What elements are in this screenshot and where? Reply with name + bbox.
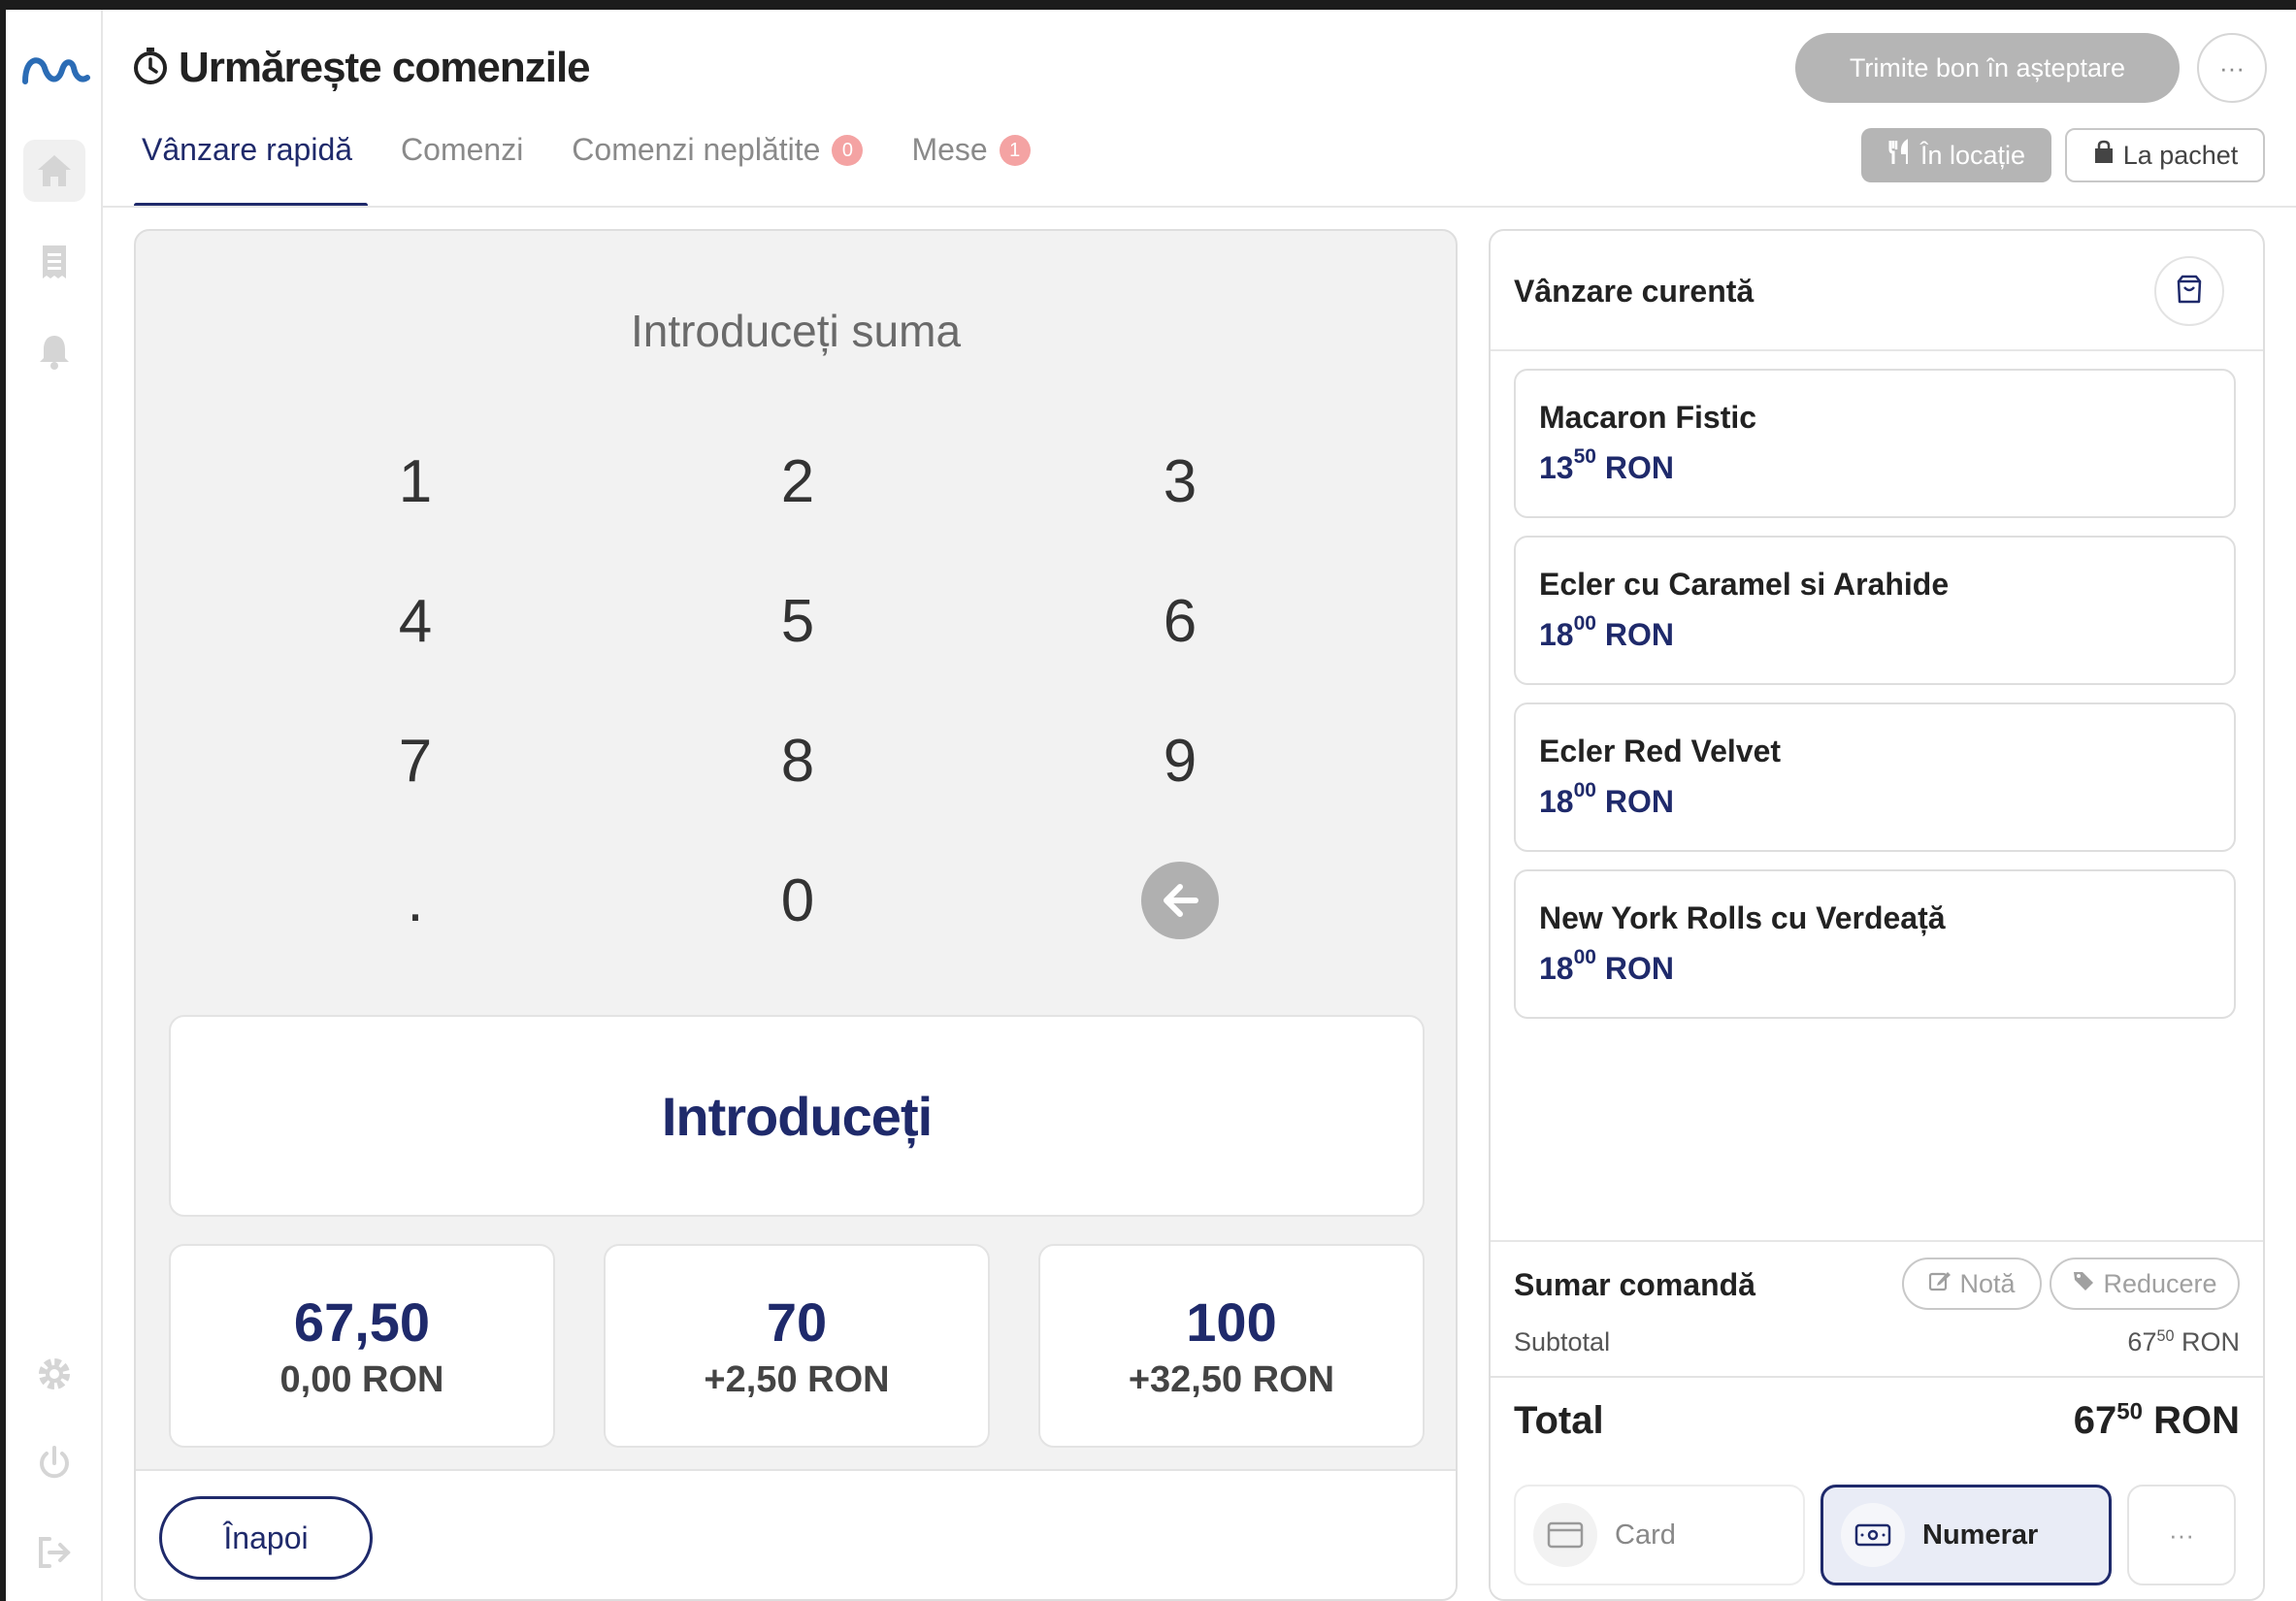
tab-bar: Vânzare rapidă Comenzi Comenzi neplătite… <box>134 132 1071 208</box>
quick-amount-change: +2,50 RON <box>704 1359 890 1400</box>
shopping-bag-icon <box>2092 140 2116 172</box>
item-price: 1800 RON <box>1539 946 1674 986</box>
enter-amount-button[interactable]: Introduceți <box>169 1015 1425 1217</box>
page-title: Urmărește comenzile <box>132 39 591 97</box>
discount-label: Reducere <box>2103 1268 2217 1298</box>
amount-keypad-panel: Introduceți suma 1 2 3 4 5 6 7 8 9 . 0 I… <box>134 229 1458 1601</box>
more-dots-icon: ··· <box>2169 1519 2194 1550</box>
discount-button[interactable]: Reducere <box>2050 1258 2240 1310</box>
shopping-bag-icon <box>2175 274 2204 310</box>
keypad-key-0[interactable]: 0 <box>701 852 895 949</box>
keypad-title: Introduceți suma <box>630 306 962 356</box>
window-top-bar <box>0 0 2296 10</box>
item-name: Ecler cu Caramel si Arahide <box>1539 567 1950 602</box>
pay-cash-button[interactable]: Numerar <box>1820 1485 2112 1585</box>
current-sale-panel: Vânzare curentă Macaron Fistic 1350 RON … <box>1489 229 2265 1601</box>
back-button[interactable]: Înapoi <box>159 1496 373 1580</box>
takeaway-button[interactable]: La pachet <box>2065 128 2265 182</box>
in-location-button[interactable]: În locație <box>1861 128 2051 182</box>
item-price: 1800 RON <box>1539 779 1674 819</box>
subtotal-value: 6750 RON <box>2127 1327 2240 1356</box>
count-badge: 0 <box>832 135 864 166</box>
quick-amount-change: +32,50 RON <box>1128 1359 1335 1400</box>
total-value: 6750 RON <box>2073 1398 2240 1442</box>
count-badge: 1 <box>999 135 1031 166</box>
tab-unpaid-orders[interactable]: Comenzi neplătite 0 <box>564 132 870 208</box>
tab-tables[interactable]: Mese 1 <box>903 132 1037 208</box>
sale-item[interactable]: Macaron Fistic 1350 RON <box>1514 369 2236 518</box>
subtotal-label: Subtotal <box>1514 1327 1611 1356</box>
item-name: Macaron Fistic <box>1539 400 1757 435</box>
summary-divider <box>1491 1376 2263 1378</box>
item-price: 1350 RON <box>1539 445 1674 485</box>
quick-amount-100[interactable]: 100 +32,50 RON <box>1038 1244 1425 1448</box>
bell-icon[interactable] <box>23 320 85 382</box>
keypad-key-5[interactable]: 5 <box>701 572 895 670</box>
brand-wave-logo[interactable] <box>19 39 91 97</box>
pay-cash-label: Numerar <box>1922 1519 2039 1551</box>
more-options-button[interactable]: ··· <box>2197 33 2267 103</box>
power-icon[interactable] <box>23 1432 85 1494</box>
credit-card-icon <box>1533 1503 1597 1567</box>
page-title-text: Urmărește comenzile <box>179 44 591 91</box>
current-sale-title: Vânzare curentă <box>1514 274 1755 309</box>
arrow-left-icon <box>1141 862 1219 939</box>
order-summary-title: Sumar comandă <box>1514 1267 1755 1302</box>
more-payment-methods-button[interactable]: ··· <box>2127 1485 2236 1585</box>
order-summary: Sumar comandă Notă Reducere Subtotal 675… <box>1491 1240 2263 1599</box>
tab-label: Mese <box>911 132 988 167</box>
cutlery-icon <box>1887 138 1913 173</box>
quick-amount-value: 67,50 <box>293 1291 431 1353</box>
edit-icon <box>1928 1269 1952 1299</box>
tab-orders[interactable]: Comenzi <box>393 132 531 208</box>
takeaway-label: La pachet <box>2122 140 2239 170</box>
keypad-key-1[interactable]: 1 <box>318 433 512 530</box>
tab-quick-sale[interactable]: Vânzare rapidă <box>134 132 369 208</box>
gear-icon[interactable] <box>23 1343 85 1405</box>
in-location-label: În locație <box>1919 140 2026 170</box>
item-price: 1800 RON <box>1539 612 1674 652</box>
sale-item[interactable]: Ecler cu Caramel si Arahide 1800 RON <box>1514 536 2236 685</box>
note-button[interactable]: Notă <box>1902 1258 2042 1310</box>
quick-amount-value: 100 <box>1186 1291 1277 1353</box>
header-divider <box>103 206 2296 208</box>
keypad-backspace-button[interactable] <box>1083 852 1277 949</box>
keypad-key-6[interactable]: 6 <box>1083 572 1277 670</box>
tag-icon <box>2072 1269 2095 1299</box>
logout-icon[interactable] <box>23 1521 85 1584</box>
keypad-key-9[interactable]: 9 <box>1083 712 1277 809</box>
keypad-key-3[interactable]: 3 <box>1083 433 1277 530</box>
quick-amount-value: 70 <box>766 1291 828 1353</box>
pay-card-label: Card <box>1615 1519 1676 1551</box>
item-name: New York Rolls cu Verdeață <box>1539 900 1946 935</box>
pay-card-button[interactable]: Card <box>1514 1485 1805 1585</box>
item-name: Ecler Red Velvet <box>1539 734 1782 768</box>
send-pending-receipt-button[interactable]: Trimite bon în așteptare <box>1795 33 2180 103</box>
keypad-footer: Înapoi <box>136 1469 1456 1599</box>
home-icon[interactable] <box>23 140 85 202</box>
quick-amount-change: 0,00 RON <box>279 1359 444 1400</box>
quick-amount-exact[interactable]: 67,50 0,00 RON <box>169 1244 555 1448</box>
sidebar <box>6 10 103 1601</box>
stopwatch-icon <box>132 47 169 90</box>
keypad-key-decimal[interactable]: . <box>318 852 512 949</box>
current-sale-header: Vânzare curentă <box>1491 231 2263 351</box>
more-dots-icon: ··· <box>2219 52 2245 82</box>
cash-icon <box>1841 1503 1905 1567</box>
sale-item[interactable]: Ecler Red Velvet 1800 RON <box>1514 702 2236 852</box>
tab-label: Comenzi neplătite <box>572 132 821 167</box>
keypad-key-4[interactable]: 4 <box>318 572 512 670</box>
cart-button[interactable] <box>2154 256 2224 326</box>
tab-label: Comenzi <box>401 132 524 167</box>
note-label: Notă <box>1959 1268 2016 1298</box>
total-label: Total <box>1514 1399 1604 1442</box>
tab-label: Vânzare rapidă <box>142 132 353 167</box>
keypad-key-7[interactable]: 7 <box>318 712 512 809</box>
sale-item[interactable]: New York Rolls cu Verdeață 1800 RON <box>1514 869 2236 1019</box>
quick-amount-70[interactable]: 70 +2,50 RON <box>604 1244 990 1448</box>
keypad-key-8[interactable]: 8 <box>701 712 895 809</box>
keypad-key-2[interactable]: 2 <box>701 433 895 530</box>
receipt-icon[interactable] <box>23 231 85 293</box>
